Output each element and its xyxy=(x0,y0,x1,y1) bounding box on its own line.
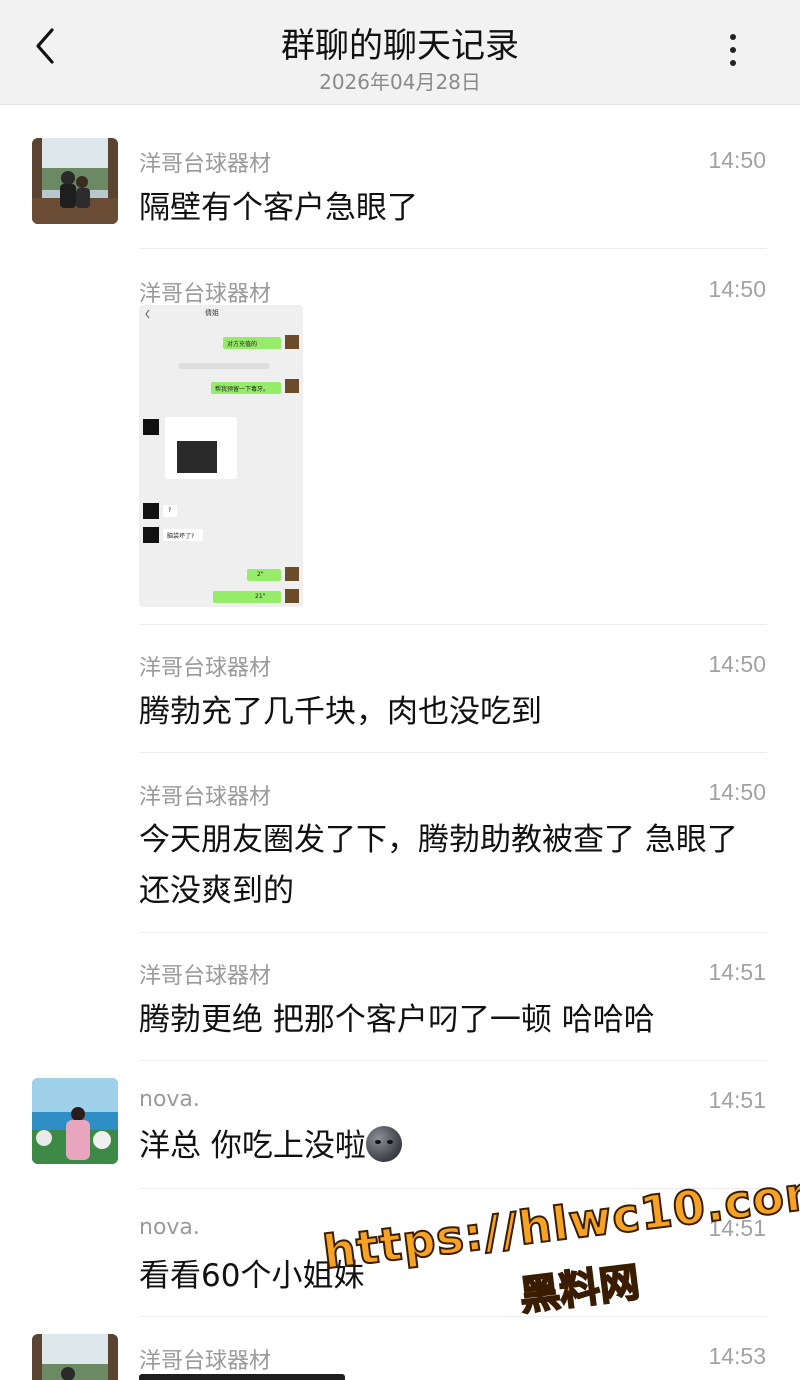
screenshot-bubble: 2" xyxy=(257,571,264,578)
chat-screenshot-image[interactable]: 倩姐 对方充值的 帮我预留一下毒牙。 ? 脑袋坏了? 2" 21" xyxy=(139,305,303,607)
divider xyxy=(139,624,767,625)
screenshot-bubble: 对方充值的 xyxy=(227,341,258,348)
message-time: 14:50 xyxy=(708,147,766,173)
screenshot-bubble: 脑袋坏了? xyxy=(167,533,195,540)
avatar[interactable] xyxy=(32,1334,118,1380)
screenshot-title: 倩姐 xyxy=(205,309,219,317)
more-vertical-icon[interactable] xyxy=(730,34,738,68)
watermark: https://hlwc10.com 黑料网 xyxy=(318,1154,800,1359)
message-text: 洋总 你吃上没啦 xyxy=(139,1122,769,1170)
message-time: 14:51 xyxy=(708,1087,766,1113)
sender-name: 洋哥台球器材 xyxy=(139,656,272,681)
message-text: 隔壁有个客户急眼了 xyxy=(139,190,418,226)
sender-name: 洋哥台球器材 xyxy=(139,282,272,307)
watermark-label: 黑料网 xyxy=(516,1259,643,1321)
message-text-content: 洋总 你吃上没啦 xyxy=(139,1128,366,1164)
page-title: 群聊的聊天记录 xyxy=(281,26,519,66)
divider xyxy=(139,248,767,249)
chat-date: 2026年04月28日 xyxy=(319,70,481,94)
message-time: 14:50 xyxy=(708,651,766,677)
message-time: 14:50 xyxy=(708,276,766,302)
new-moon-face-icon xyxy=(365,1126,402,1162)
sender-name: nova. xyxy=(139,1215,200,1240)
sender-name: 洋哥台球器材 xyxy=(139,964,272,989)
message-text: 腾勃更绝 把那个客户叼了一顿 哈哈哈 xyxy=(139,1002,655,1038)
divider xyxy=(139,1060,767,1061)
screenshot-bubble: ? xyxy=(168,507,172,514)
sender-name: 洋哥台球器材 xyxy=(139,1349,272,1374)
screenshot-bubble: 21" xyxy=(255,593,266,600)
image-preview-top[interactable] xyxy=(139,1374,345,1380)
sender-name: nova. xyxy=(139,1087,200,1112)
avatar[interactable] xyxy=(32,138,118,224)
message-text: 腾勃充了几千块，肉也没吃到 xyxy=(139,694,542,730)
message-time: 14:51 xyxy=(708,959,766,985)
screenshot-bubble: 帮我预留一下毒牙。 xyxy=(215,386,270,393)
message-text-line: 今天朋友圈发了下，腾勃助教被查了 急眼了 xyxy=(139,822,738,858)
header-bar: 群聊的聊天记录 2026年04月28日 xyxy=(0,0,800,105)
sender-name: 洋哥台球器材 xyxy=(139,785,272,810)
divider xyxy=(139,752,767,753)
avatar[interactable] xyxy=(32,1078,118,1164)
divider xyxy=(139,932,767,933)
message-time: 14:53 xyxy=(708,1343,766,1369)
sender-name: 洋哥台球器材 xyxy=(139,152,272,177)
message-time: 14:50 xyxy=(708,779,766,805)
message-text-line: 还没爽到的 xyxy=(139,873,294,909)
